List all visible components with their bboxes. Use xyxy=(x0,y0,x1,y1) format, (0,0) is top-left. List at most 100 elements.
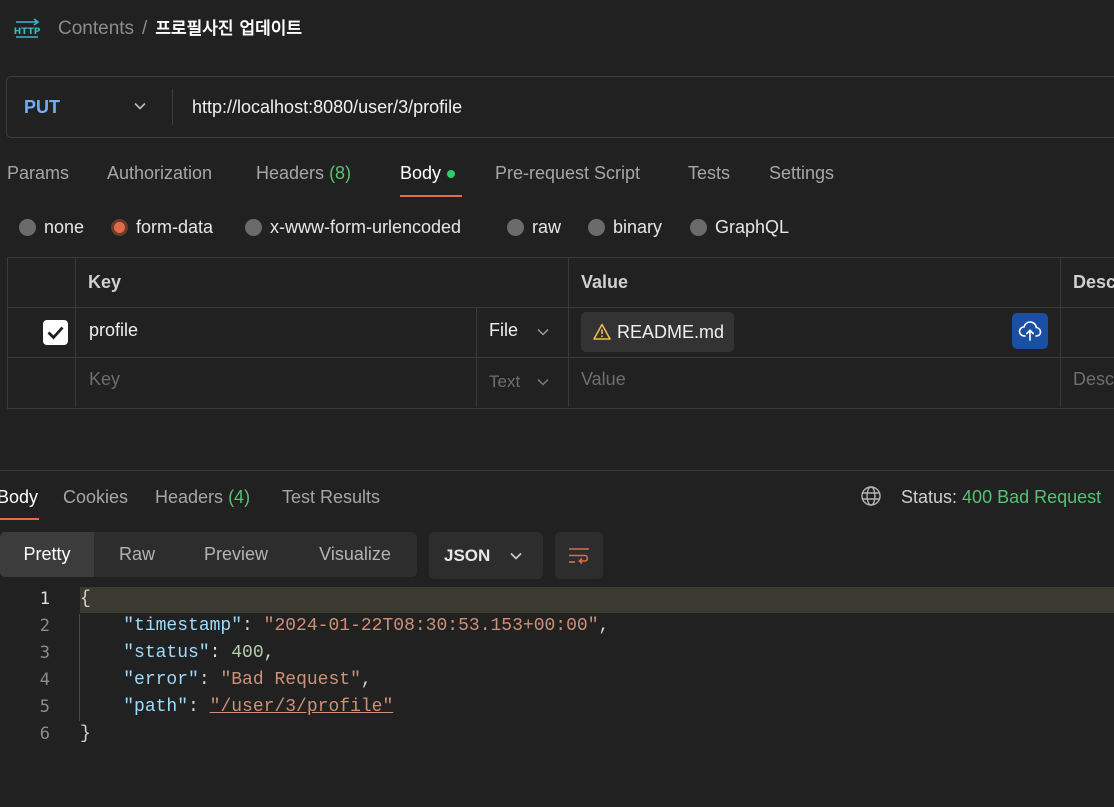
tab-body[interactable]: Body xyxy=(400,160,456,186)
tab-headers[interactable]: Headers (8) xyxy=(256,160,351,186)
svg-text:HTTP: HTTP xyxy=(14,27,40,37)
radio-circle xyxy=(507,219,524,236)
radio-label: binary xyxy=(613,217,663,237)
new-row-key-input[interactable]: Key xyxy=(89,369,120,390)
radio-graphql[interactable]: GraphQL xyxy=(690,216,789,238)
table-column-divider xyxy=(568,258,569,407)
column-header-value: Value xyxy=(581,272,629,292)
radio-circle-selected xyxy=(111,219,128,236)
table-column-divider xyxy=(75,258,76,407)
chevron-down-icon xyxy=(510,552,522,560)
radio-circle xyxy=(245,219,262,236)
breadcrumb-separator: / xyxy=(142,18,148,39)
status-label: Status: xyxy=(901,487,958,507)
view-raw-button[interactable]: Raw xyxy=(96,532,178,577)
current-line-highlight xyxy=(80,587,1114,613)
line-number: 1 xyxy=(39,589,50,609)
line-number: 4 xyxy=(39,670,50,690)
cloud-upload-icon xyxy=(1018,321,1042,341)
line-number: 5 xyxy=(39,697,50,717)
format-label: JSON xyxy=(444,546,491,565)
tab-tests[interactable]: Tests xyxy=(688,160,730,186)
request-title[interactable]: 프로필사진 업데이트 xyxy=(155,19,302,39)
check-icon xyxy=(47,326,64,340)
row-enabled-checkbox[interactable] xyxy=(43,320,68,345)
code-line[interactable]: } xyxy=(80,721,91,748)
warning-icon xyxy=(593,323,611,340)
chevron-down-icon[interactable] xyxy=(133,99,147,113)
radio-x-www-form-urlencoded[interactable]: x-www-form-urlencoded xyxy=(245,216,461,238)
json-key: "timestamp" xyxy=(123,616,243,636)
radio-label: none xyxy=(44,217,85,237)
body-modified-dot xyxy=(447,170,456,179)
response-tab-headers[interactable]: Headers (4) xyxy=(155,484,250,510)
close-brace: } xyxy=(80,724,91,744)
response-tab-body[interactable]: Body xyxy=(0,484,38,510)
new-row-description-input[interactable]: Desc xyxy=(1073,369,1114,390)
chevron-down-icon[interactable] xyxy=(536,325,550,339)
format-select[interactable]: JSON xyxy=(429,532,543,579)
response-tab-test-results[interactable]: Test Results xyxy=(282,484,380,510)
radio-label: raw xyxy=(532,217,562,237)
response-tab-cookies[interactable]: Cookies xyxy=(63,484,128,510)
response-divider[interactable] xyxy=(0,470,1114,471)
http-icon: HTTP xyxy=(14,18,40,38)
wrap-lines-button[interactable] xyxy=(555,532,603,579)
tab-body-label: Body xyxy=(400,163,442,183)
code-line[interactable]: "path": "/user/3/profile" xyxy=(80,694,393,721)
code-line[interactable]: "error": "Bad Request", xyxy=(80,667,371,694)
line-number: 6 xyxy=(39,724,50,744)
line-number: 3 xyxy=(39,643,50,663)
view-pretty-button[interactable]: Pretty xyxy=(0,532,94,577)
new-row-value-input[interactable]: Value xyxy=(581,369,626,390)
url-input[interactable]: http://localhost:8080/user/3/profile xyxy=(192,77,462,137)
tab-headers-count: (8) xyxy=(329,163,352,183)
json-string-value: "2024-01-22T08:30:53.153+00:00" xyxy=(263,616,599,636)
response-status: Status: 400 Bad Request xyxy=(901,484,1101,510)
table-column-divider xyxy=(1060,258,1061,407)
json-key: "path" xyxy=(123,697,189,717)
radio-label: x-www-form-urlencoded xyxy=(270,217,462,237)
radio-binary[interactable]: binary xyxy=(588,216,662,238)
chevron-down-icon[interactable] xyxy=(536,375,550,389)
wrap-lines-icon xyxy=(569,548,589,565)
json-key: "status" xyxy=(123,643,210,663)
column-header-description: Desc xyxy=(1073,272,1114,292)
view-preview-button[interactable]: Preview xyxy=(190,532,282,577)
upload-file-button[interactable] xyxy=(1012,313,1048,349)
row-key-input[interactable]: profile xyxy=(89,320,138,341)
radio-form-data[interactable]: form-data xyxy=(111,216,213,238)
radio-circle xyxy=(588,219,605,236)
code-line[interactable]: "status": 400, xyxy=(80,640,274,667)
code-line[interactable]: { xyxy=(80,586,91,613)
status-code[interactable]: 400 Bad Request xyxy=(962,487,1101,507)
globe-icon[interactable] xyxy=(860,485,882,507)
breadcrumb: Contents / 프로필사진 업데이트 xyxy=(58,16,302,42)
view-visualize-button[interactable]: Visualize xyxy=(305,532,405,577)
radio-circle xyxy=(19,219,36,236)
url-bar: PUT http://localhost:8080/user/3/profile xyxy=(6,76,1114,138)
column-header-key: Key xyxy=(88,272,122,292)
selected-file-chip[interactable]: README.md xyxy=(581,312,734,352)
url-divider xyxy=(172,89,173,125)
tab-settings[interactable]: Settings xyxy=(769,160,834,186)
file-name: README.md xyxy=(617,322,725,342)
breadcrumb-collection[interactable]: Contents xyxy=(58,18,134,39)
form-data-table xyxy=(7,257,1114,409)
active-tab-indicator xyxy=(400,195,462,197)
tab-authorization[interactable]: Authorization xyxy=(107,160,212,186)
tab-prerequest-script[interactable]: Pre-request Script xyxy=(495,160,640,186)
method-select[interactable]: PUT xyxy=(24,77,60,137)
radio-raw[interactable]: raw xyxy=(507,216,561,238)
radio-none[interactable]: none xyxy=(19,216,84,238)
new-row-type-select[interactable]: Text xyxy=(489,372,520,392)
tab-params[interactable]: Params xyxy=(7,160,69,186)
open-brace: { xyxy=(80,589,91,609)
radio-label: form-data xyxy=(136,217,214,237)
table-column-divider xyxy=(476,308,477,407)
code-line[interactable]: "timestamp": "2024-01-22T08:30:53.153+00… xyxy=(80,613,609,640)
row-type-select[interactable]: File xyxy=(489,320,518,341)
response-tab-headers-label: Headers xyxy=(155,487,224,507)
json-link-value[interactable]: "/user/3/profile" xyxy=(210,697,394,717)
tab-headers-label: Headers xyxy=(256,163,325,183)
